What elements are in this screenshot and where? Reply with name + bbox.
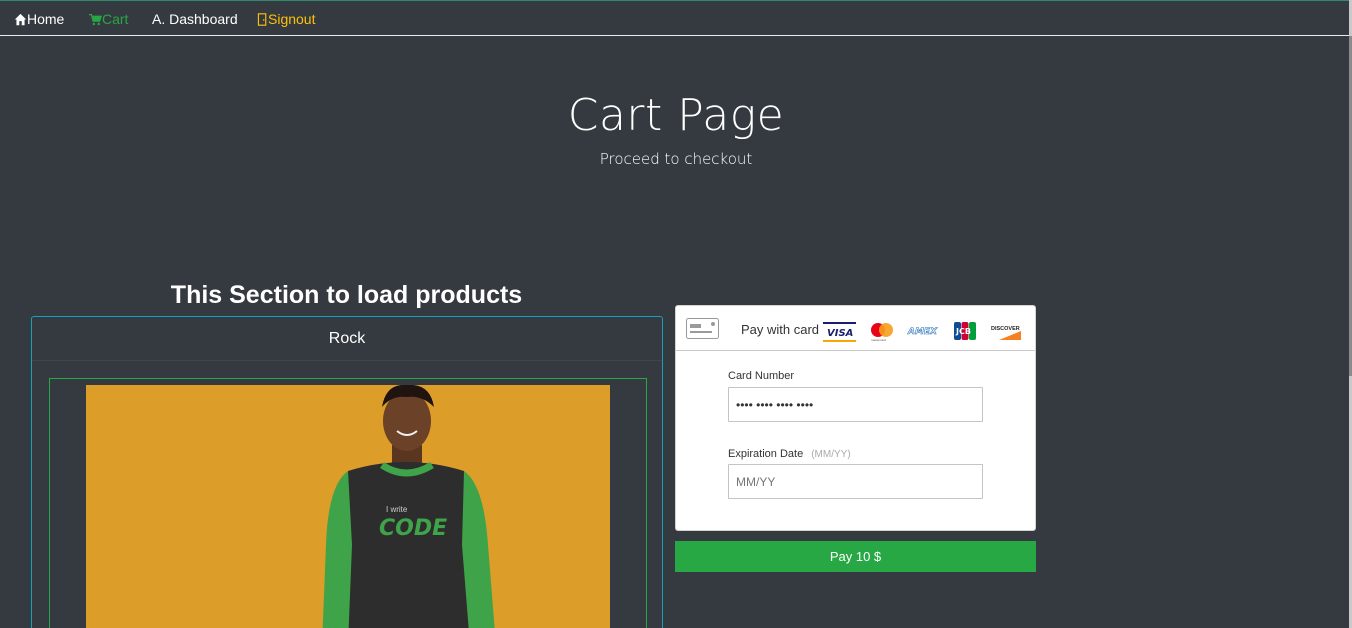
shirt-text-code: CODE: [379, 516, 447, 541]
expiration-date-input[interactable]: [728, 464, 983, 499]
svg-text:DISCOVER: DISCOVER: [991, 326, 1020, 332]
svg-text:JCB: JCB: [955, 327, 971, 336]
products-section-heading: This Section to load products: [170, 281, 523, 309]
payment-form: Pay with card VISA mastercard AMEX JCB D…: [675, 305, 1036, 531]
card-number-label: Card Number: [728, 370, 795, 382]
mastercard-icon: mastercard: [870, 322, 894, 347]
svg-text:VISA: VISA: [827, 328, 853, 339]
credit-card-icon: [686, 318, 719, 344]
pay-with-card-label: Pay with card: [741, 322, 820, 337]
discover-icon: DISCOVER: [991, 322, 1021, 345]
nav-signout-label: Signout: [268, 11, 316, 27]
pay-button[interactable]: Pay 10 $: [675, 541, 1036, 572]
page-subtitle: Proceed to checkout: [599, 150, 753, 168]
expiration-hint: (MM/YY): [811, 449, 851, 460]
payment-header: Pay with card VISA mastercard AMEX JCB D…: [676, 306, 1035, 351]
product-name: Rock: [32, 317, 662, 361]
navbar: Home Cart A. Dashboard Signout: [0, 1, 1352, 36]
product-image[interactable]: I write CODE: [86, 385, 610, 628]
nav-signout-link[interactable]: Signout: [257, 11, 315, 27]
shirt-text-small: I write: [386, 505, 408, 514]
visa-icon: VISA: [823, 322, 856, 347]
door-icon: [257, 12, 268, 26]
cart-icon: [89, 13, 102, 26]
expiration-label: Expiration Date (MM/YY): [728, 448, 851, 460]
product-image-frame: I write CODE: [49, 378, 647, 628]
nav-home-label: Home: [27, 11, 65, 27]
nav-cart-link[interactable]: Cart: [89, 11, 128, 27]
expiration-label-text: Expiration Date: [728, 448, 804, 460]
nav-home-link[interactable]: Home: [14, 11, 64, 27]
nav-dashboard-link[interactable]: A. Dashboard: [152, 11, 238, 27]
home-icon: [14, 13, 27, 26]
svg-text:AMEX: AMEX: [907, 327, 938, 337]
page-title: Cart Page: [567, 90, 785, 141]
jcb-icon: JCB: [954, 322, 976, 345]
card-number-input[interactable]: [728, 387, 983, 422]
svg-text:mastercard: mastercard: [871, 338, 886, 342]
product-card: Rock I write CODE: [31, 316, 663, 628]
amex-icon: AMEX: [907, 322, 939, 345]
nav-cart-label: Cart: [102, 11, 129, 27]
nav-dashboard-label: A. Dashboard: [152, 11, 238, 27]
